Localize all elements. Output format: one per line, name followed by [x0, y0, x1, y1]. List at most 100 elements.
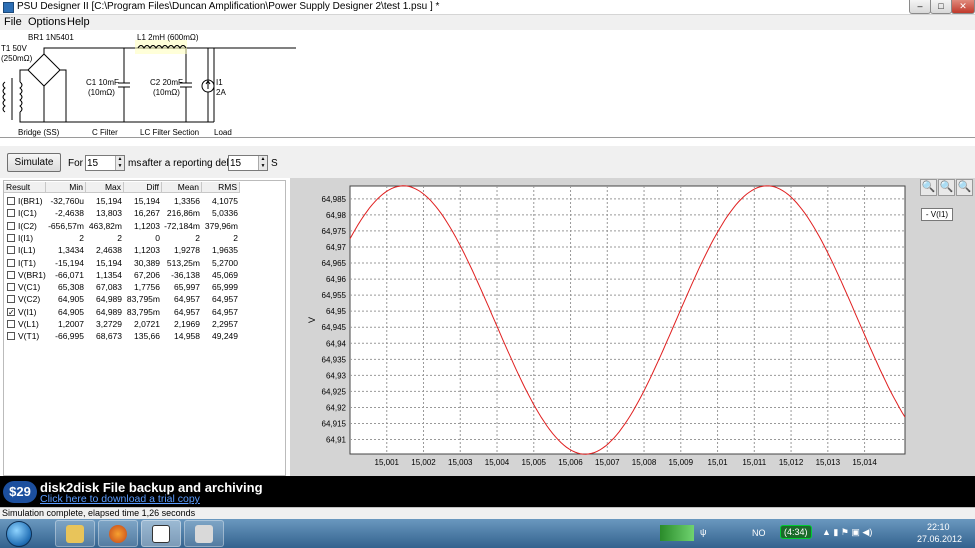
plot-area: [349, 185, 906, 455]
zoom-out-icon[interactable]: 🔍: [938, 179, 955, 196]
x-tick-label: 15,008: [632, 458, 657, 467]
taskbar-explorer[interactable]: [55, 520, 95, 547]
table-row[interactable]: V(L1) 1,2007 3,2729 2,0721 2,1969 2,2957: [4, 318, 244, 330]
table-row[interactable]: V(T1) -66,995 68,673 135,66 14,958 49,249: [4, 330, 244, 342]
start-button[interactable]: [6, 521, 32, 547]
spin-up-icon[interactable]: ▲: [258, 156, 267, 163]
window-title: PSU Designer II [C:\Program Files\Duncan…: [17, 1, 440, 12]
col-rms[interactable]: RMS: [202, 182, 240, 193]
simulate-button[interactable]: Simulate: [7, 153, 61, 172]
status-text: Simulation complete, elapsed time 1,26 s…: [2, 508, 196, 518]
cell-max: 2,4638: [96, 245, 122, 256]
table-row[interactable]: I(L1) 1,3434 2,4638 1,1203 1,9278 1,9635: [4, 244, 244, 256]
maximize-button[interactable]: □: [930, 0, 952, 14]
network-meter-icon[interactable]: [660, 525, 694, 541]
col-result[interactable]: Result: [4, 182, 46, 193]
cell-diff: 30,389: [134, 257, 160, 268]
section-load: Load: [214, 128, 232, 137]
col-min[interactable]: Min: [46, 182, 86, 193]
cell-max: 68,673: [96, 331, 122, 342]
spin-up-icon[interactable]: ▲: [115, 156, 124, 163]
tray-icons[interactable]: ▲ ▮ ⚑ ▣ ◀): [822, 527, 872, 538]
menu-file[interactable]: File: [4, 16, 22, 28]
row-checkbox[interactable]: [7, 332, 15, 341]
table-row[interactable]: V(BR1) -66,071 1,1354 67,206 -36,138 45,069: [4, 269, 244, 281]
app-icon: [3, 2, 14, 13]
signal-icon[interactable]: ψ: [700, 527, 706, 537]
cell-mean: 64,957: [174, 306, 200, 317]
menu-options[interactable]: Options: [28, 16, 66, 28]
taskbar-psu-designer[interactable]: [141, 520, 181, 547]
table-row[interactable]: I(I1) 2 2 0 2 2: [4, 232, 244, 244]
y-axis-label: V: [307, 317, 317, 323]
cell-min: -15,194: [55, 257, 84, 268]
results-table: Result Min Max Diff Mean RMS I(BR1) -32,7…: [3, 180, 286, 476]
zoom-reset-icon[interactable]: 🔍: [956, 179, 973, 196]
cell-max: 2: [117, 232, 122, 243]
table-row[interactable]: ✓ V(I1) 64,905 64,989 83,795m 64,957 64,957: [4, 306, 244, 318]
col-mean[interactable]: Mean: [162, 182, 202, 193]
cell-diff: 135,66: [134, 331, 160, 342]
table-row[interactable]: I(C2) -656,57m 463,82m 1,1203 -72,184m 379,96…: [4, 220, 244, 232]
row-checkbox[interactable]: [7, 320, 15, 328]
row-checkbox[interactable]: [7, 209, 15, 218]
taskbar-paint[interactable]: [184, 520, 224, 547]
close-button[interactable]: ✕: [951, 0, 975, 14]
simulation-toolbar: Simulate For ▲ ▼ ms after a reporting de…: [0, 146, 975, 178]
c1-esr: (10mΩ): [88, 88, 115, 97]
spin-down-icon[interactable]: ▼: [258, 163, 267, 170]
cell-diff: 67,206: [134, 269, 160, 280]
status-bar: Simulation complete, elapsed time 1,26 s…: [0, 507, 975, 519]
cell-rms: 64,957: [212, 294, 238, 305]
cell-rms: 2,2957: [212, 319, 238, 329]
table-row[interactable]: I(T1) -15,194 15,194 30,389 513,25m 5,2700: [4, 257, 244, 269]
row-checkbox[interactable]: [7, 246, 15, 255]
cell-max: 67,083: [96, 282, 122, 293]
row-checkbox[interactable]: [7, 270, 15, 279]
row-name: I(C1): [18, 208, 37, 219]
cell-diff: 83,795m: [126, 306, 160, 317]
zoom-in-icon[interactable]: 🔍: [920, 179, 937, 196]
spin-down-icon[interactable]: ▼: [115, 163, 124, 170]
col-max[interactable]: Max: [86, 182, 124, 193]
ad-download-link[interactable]: Click here to download a trial copy: [40, 493, 200, 505]
row-checkbox[interactable]: [7, 258, 15, 267]
ms-label: ms: [128, 158, 142, 169]
clock-date[interactable]: 27.06.2012: [917, 534, 962, 544]
cell-min: -32,760u: [50, 196, 84, 206]
x-tick-label: 15,014: [852, 458, 877, 467]
cell-mean: 64,957: [174, 294, 200, 305]
row-checkbox[interactable]: [7, 295, 15, 304]
row-checkbox[interactable]: [7, 283, 15, 292]
minimize-button[interactable]: –: [909, 0, 931, 14]
col-diff[interactable]: Diff: [124, 182, 162, 193]
row-checkbox[interactable]: ✓: [7, 307, 15, 316]
table-row[interactable]: V(C1) 65,308 67,083 1,7756 65,997 65,999: [4, 281, 244, 293]
clock-time[interactable]: 22:10: [927, 522, 950, 532]
cell-rms: 45,069: [212, 269, 238, 280]
bridge-rectifier: [27, 53, 61, 87]
ad-banner[interactable]: $29 disk2disk File backup and archiving …: [0, 476, 975, 507]
battery-indicator[interactable]: (4:34): [780, 525, 812, 539]
transformer-resistance: (250mΩ): [1, 54, 33, 63]
table-row[interactable]: V(C2) 64,905 64,989 83,795m 64,957 64,957: [4, 293, 244, 305]
y-tick-label: 64,935: [322, 355, 347, 364]
taskbar-firefox[interactable]: [98, 520, 138, 547]
row-checkbox[interactable]: [7, 233, 15, 242]
transformer-primary: [2, 78, 13, 120]
table-row[interactable]: I(C1) -2,4638 13,803 16,267 216,86m 5,0336: [4, 207, 244, 219]
cell-diff: 16,267: [134, 208, 160, 219]
row-checkbox[interactable]: [7, 221, 15, 230]
cell-diff: 1,1203: [134, 220, 160, 231]
table-row[interactable]: I(BR1) -32,760u 15,194 15,194 1,3356 4,1075: [4, 195, 244, 207]
duration-input[interactable]: [87, 157, 113, 169]
language-indicator[interactable]: NO: [752, 528, 766, 538]
cell-min: 2: [79, 232, 84, 243]
row-checkbox[interactable]: [7, 197, 15, 205]
delay-input[interactable]: [230, 157, 256, 169]
x-tick-label: 15,001: [375, 458, 400, 467]
menu-help[interactable]: Help: [67, 16, 90, 28]
delay-spinner[interactable]: ▲ ▼: [228, 155, 268, 171]
cell-diff: 2,0721: [134, 319, 160, 329]
duration-spinner[interactable]: ▲ ▼: [85, 155, 125, 171]
